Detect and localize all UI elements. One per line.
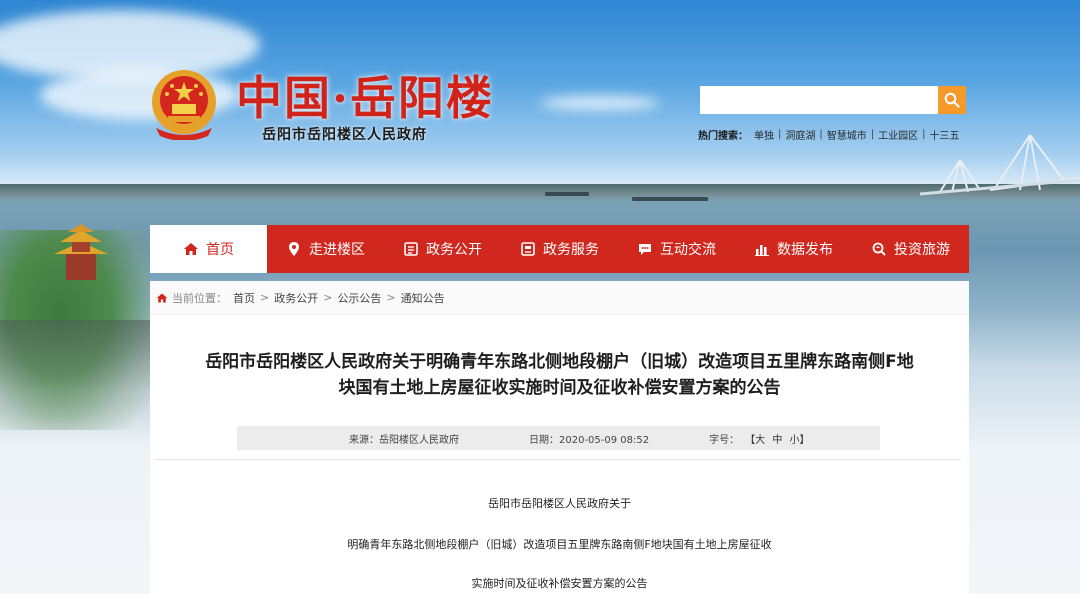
home-icon: [156, 292, 168, 304]
font-size-large-button[interactable]: 【大: [745, 435, 765, 446]
nav-item-label: 政务服务: [543, 242, 599, 258]
bridge-illustration: [919, 134, 1080, 196]
font-size-label: 字号：: [709, 434, 740, 446]
breadcrumb-link[interactable]: 首页: [233, 290, 255, 306]
cloud: [540, 96, 660, 110]
chat-icon: [637, 241, 653, 257]
main-nav: 首页 走进楼区 政务公开 政务服务 互动交流 数据发布 投资旅游: [150, 225, 969, 273]
font-size-small-button[interactable]: 小】: [790, 435, 810, 446]
rooftops: [0, 320, 150, 440]
nav-item-label: 投资旅游: [894, 242, 950, 258]
separator: |: [870, 129, 875, 140]
yueyang-tower-illustration: [54, 224, 108, 280]
national-emblem-icon: [152, 70, 216, 140]
breadcrumb-link[interactable]: 公示公告: [337, 290, 381, 306]
nav-item-label: 数据发布: [777, 242, 833, 258]
nav-item-home[interactable]: 首页: [150, 225, 267, 273]
hot-search-link[interactable]: 智慧城市: [827, 127, 867, 142]
article-title-line: 岳阳市岳阳楼区人民政府关于明确青年东路北侧地段棚户（旧城）改造项目五里牌东路南侧…: [205, 352, 914, 372]
document-icon: [403, 241, 419, 257]
hot-search-link[interactable]: 十三五: [930, 127, 960, 142]
article-meta: 来源：岳阳楼区人民政府 日期：2020-05-09 08:52 字号： 【大 中…: [237, 426, 880, 450]
separator: |: [778, 129, 782, 140]
nav-item-district[interactable]: 走进楼区: [267, 225, 384, 273]
search-input[interactable]: [700, 86, 938, 114]
ship: [545, 192, 589, 196]
breadcrumb-separator: >: [260, 291, 270, 304]
map-pin-icon: [286, 241, 302, 257]
divider: [156, 459, 961, 460]
article-date: 日期：2020-05-09 08:52: [529, 434, 650, 446]
article-body-line: 实施时间及征收补偿安置方案的公告: [471, 577, 648, 590]
home-icon: [183, 241, 199, 257]
article-body-line: 岳阳市岳阳楼区人民政府关于: [488, 497, 631, 510]
nav-item-label: 互动交流: [660, 242, 716, 258]
separator: |: [819, 129, 823, 140]
search-icon: [944, 92, 960, 108]
hot-search: 热门搜索： 单独 | 洞庭湖 | 智慧城市 | 工业园区 | 十三五: [698, 127, 960, 142]
content-panel: 当前位置： 首页 > 政务公开 > 公示公告 > 通知公告 岳阳市岳阳楼区人民政…: [150, 281, 969, 594]
breadcrumb-separator: >: [386, 291, 396, 304]
nav-item-interaction[interactable]: 互动交流: [618, 225, 735, 273]
breadcrumb-link[interactable]: 通知公告: [401, 290, 445, 306]
nav-item-investment[interactable]: 投资旅游: [852, 225, 969, 273]
nav-item-gov-info[interactable]: 政务公开: [384, 225, 501, 273]
nav-item-label: 首页: [206, 242, 234, 258]
site-title[interactable]: 中国·岳阳楼: [236, 62, 494, 128]
nav-item-label: 政务公开: [426, 242, 482, 258]
breadcrumb-link[interactable]: 政务公开: [274, 290, 318, 306]
breadcrumb: 当前位置： 首页 > 政务公开 > 公示公告 > 通知公告: [150, 281, 969, 315]
nav-item-data[interactable]: 数据发布: [735, 225, 852, 273]
search-button[interactable]: [938, 86, 966, 114]
service-icon: [520, 241, 536, 257]
font-size-medium-button[interactable]: 中: [772, 435, 782, 446]
hot-search-link[interactable]: 单独: [754, 127, 774, 142]
search-tour-icon: [871, 241, 887, 257]
article-body-line: 明确青年东路北侧地段棚户（旧城）改造项目五里牌东路南侧F地块国有土地上房屋征收: [347, 538, 772, 551]
breadcrumb-separator: >: [323, 291, 333, 304]
hot-search-link[interactable]: 洞庭湖: [785, 127, 815, 142]
hot-search-label: 热门搜索：: [698, 131, 748, 142]
article-title: 岳阳市岳阳楼区人民政府关于明确青年东路北侧地段棚户（旧城）改造项目五里牌东路南侧…: [150, 349, 969, 401]
ship: [632, 197, 708, 201]
nav-item-gov-service[interactable]: 政务服务: [501, 225, 618, 273]
article-title-line: 块国有土地上房屋征收实施时间及征收补偿安置方案的公告: [338, 378, 781, 398]
font-size-controls: 【大 中 小】: [743, 431, 811, 446]
nav-item-label: 走进楼区: [309, 242, 365, 258]
separator: |: [922, 129, 926, 140]
breadcrumb-label: 当前位置：: [172, 291, 227, 305]
bar-chart-icon: [754, 241, 770, 257]
hot-search-link[interactable]: 工业园区: [878, 127, 918, 142]
article-source: 来源：岳阳楼区人民政府: [349, 434, 459, 446]
site-subtitle: 岳阳市岳阳楼区人民政府: [262, 127, 427, 143]
